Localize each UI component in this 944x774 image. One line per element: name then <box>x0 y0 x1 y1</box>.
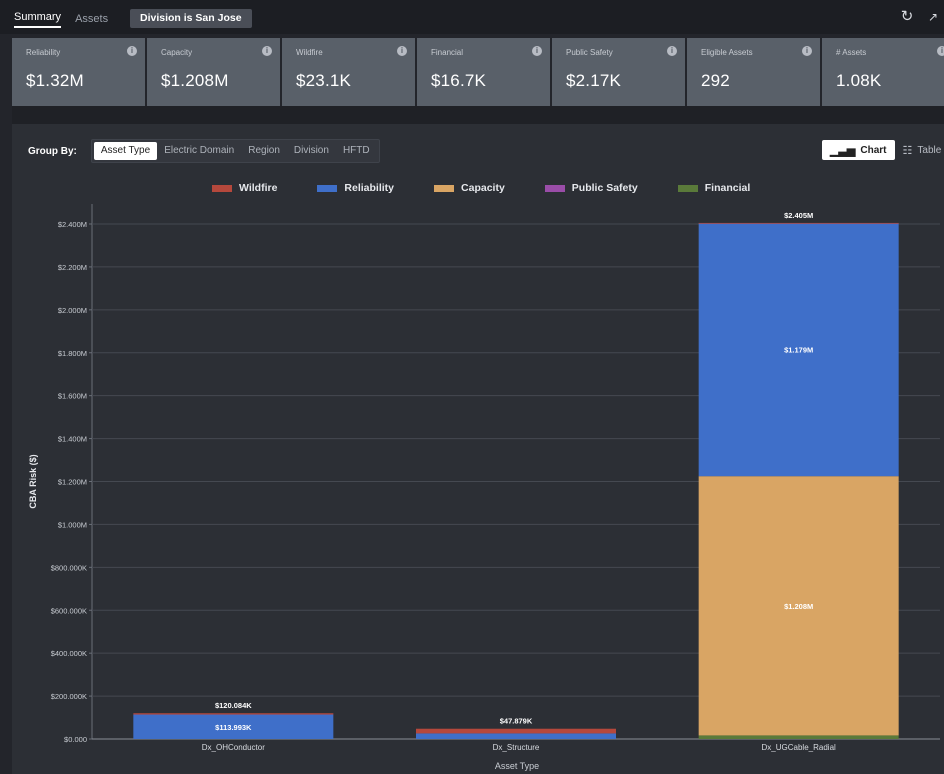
kpi-label: # Assets <box>836 48 867 57</box>
kpi-row: Reliability $1.32M i Capacity $1.208M i … <box>12 38 944 106</box>
x-tick-label: Dx_OHConductor <box>202 743 265 752</box>
y-tick-label: $2.200M <box>58 263 87 272</box>
kpi-label: Financial <box>431 48 464 57</box>
kpi-card-asset-count: # Assets 1.08K i <box>822 38 944 106</box>
info-icon[interactable]: i <box>397 46 407 56</box>
stacked-bar-chart: $0.000 $200.000K $400.000K $600.000K $800.00… <box>28 204 940 771</box>
kpi-card-reliability: Reliability $1.32M i <box>12 38 145 106</box>
kpi-card-capacity: Capacity $1.208M i <box>147 38 280 106</box>
bar-total-label: $47.879K <box>500 717 533 726</box>
kpi-card-wildfire: Wildfire $23.1K i <box>282 38 415 106</box>
kpi-card-public-safety: Public Safety $2.17K i <box>552 38 685 106</box>
kpi-card-financial: Financial $16.7K i <box>417 38 550 106</box>
y-tick-label: $1.800M <box>58 349 87 358</box>
y-tick-label: $1.200M <box>58 478 87 487</box>
kpi-value: $23.1K <box>296 71 352 90</box>
kpi-value: 1.08K <box>836 71 882 90</box>
kpi-value: $1.32M <box>26 71 84 90</box>
bar-segment-wildfire <box>416 728 616 734</box>
view-tabs: Summary Assets <box>14 8 108 30</box>
y-axis-title: CBA Risk ($) <box>28 454 38 508</box>
pin-icon[interactable]: ↗ <box>924 8 942 26</box>
section-divider <box>12 106 944 124</box>
bar-total-label: $2.405M <box>784 211 813 220</box>
chart-panel: Group By: Asset Type Electric Domain Reg… <box>12 124 944 774</box>
bar-segment-label: $1.179M <box>784 346 813 355</box>
info-icon[interactable]: i <box>127 46 137 56</box>
info-icon[interactable]: i <box>937 46 944 56</box>
kpi-label: Capacity <box>161 48 193 57</box>
top-bar: Summary Assets Division is San Jose ↻ ↗ <box>0 0 944 34</box>
y-tick-label: $800.000K <box>51 563 87 572</box>
kpi-value: $2.17K <box>566 71 622 90</box>
bar-segment-reliability <box>416 733 616 739</box>
y-tick-label: $400.000K <box>51 649 87 658</box>
y-tick-label: $1.600M <box>58 392 87 401</box>
bar-segment-label: $113.993K <box>215 723 252 732</box>
tab-assets[interactable]: Assets <box>75 13 108 25</box>
refresh-icon[interactable]: ↻ <box>896 6 918 28</box>
x-tick-label: Dx_UGCable_Radial <box>762 743 836 752</box>
info-icon[interactable]: i <box>262 46 272 56</box>
y-tick-label: $1.400M <box>58 435 87 444</box>
y-tick-label: $1.000M <box>58 520 87 529</box>
kpi-label: Public Safety <box>566 48 613 57</box>
info-icon[interactable]: i <box>802 46 812 56</box>
x-tick-label: Dx_Structure <box>493 743 540 752</box>
info-icon[interactable]: i <box>667 46 677 56</box>
y-tick-label: $200.000K <box>51 692 87 701</box>
kpi-label: Wildfire <box>296 48 323 57</box>
kpi-label: Reliability <box>26 48 61 57</box>
kpi-value: $16.7K <box>431 71 487 90</box>
bar-segment-label: $1.208M <box>784 602 813 611</box>
kpi-value: 292 <box>701 71 730 90</box>
info-icon[interactable]: i <box>532 46 542 56</box>
division-filter-chip[interactable]: Division is San Jose <box>130 9 252 28</box>
tab-summary[interactable]: Summary <box>14 11 62 28</box>
kpi-card-eligible-assets: Eligible Assets 292 i <box>687 38 820 106</box>
y-tick-label: $2.000M <box>58 306 87 315</box>
bar-segment-wildfire <box>698 222 899 224</box>
y-tick-label: $2.400M <box>58 220 87 229</box>
kpi-label: Eligible Assets <box>701 48 753 57</box>
bar-segment-financial <box>698 735 899 739</box>
bar-segment-wildfire <box>133 713 334 715</box>
x-axis-title: Asset Type <box>495 761 539 771</box>
bar-total-label: $120.084K <box>215 701 252 710</box>
y-tick-label: $600.000K <box>51 606 87 615</box>
kpi-value: $1.208M <box>161 71 229 90</box>
y-tick-label: $0.000 <box>64 735 87 744</box>
